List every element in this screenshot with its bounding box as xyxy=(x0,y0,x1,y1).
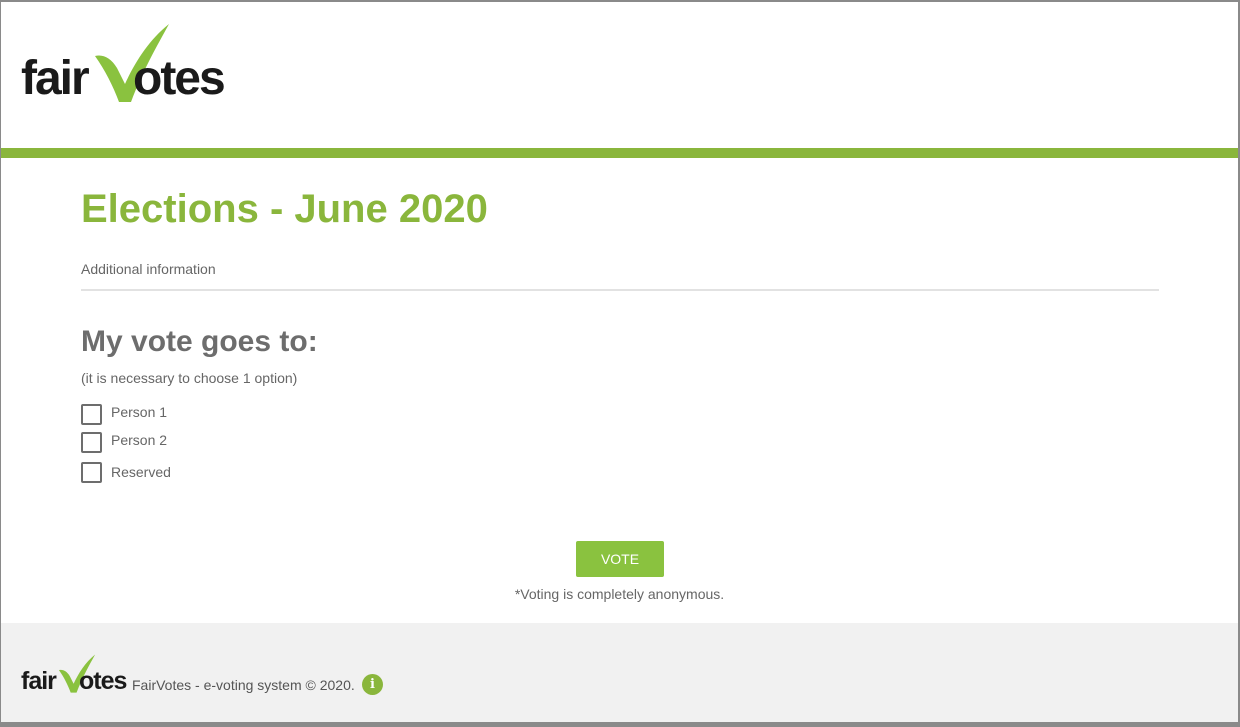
page-title: Elections - June 2020 xyxy=(81,187,488,231)
checkbox[interactable] xyxy=(81,404,102,425)
option-label: Reserved xyxy=(111,464,171,480)
vote-heading: My vote goes to: xyxy=(81,325,318,358)
option-reserved[interactable]: Reserved xyxy=(81,460,281,483)
option-person-1[interactable]: Person 1 xyxy=(81,402,281,425)
page-footer: fair otes FairVotes - e-voting system © … xyxy=(1,623,1238,722)
header-accent-bar xyxy=(1,148,1238,158)
footer-copyright: FairVotes - e-voting system © 2020. xyxy=(132,677,355,693)
logo-text-fair: fair xyxy=(21,52,90,105)
browser-window: fair otes Elections - June 2020 Addition… xyxy=(1,2,1238,722)
logo-text-otes: otes xyxy=(133,52,226,105)
option-label: Person 1 xyxy=(111,404,168,420)
logo-text-fair: fair xyxy=(21,667,57,695)
option-person-2[interactable]: Person 2 xyxy=(81,430,281,453)
info-icon[interactable]: i xyxy=(362,674,383,695)
logo-text-otes: otes xyxy=(79,667,127,695)
additional-information-link[interactable]: Additional information xyxy=(81,261,216,277)
fairvotes-logo[interactable]: fair otes xyxy=(21,24,226,105)
checkbox[interactable] xyxy=(81,432,102,453)
vote-hint: (it is necessary to choose 1 option) xyxy=(81,370,298,386)
checkbox[interactable] xyxy=(81,462,102,483)
option-label: Person 2 xyxy=(111,432,168,448)
footer-logo[interactable]: fair otes xyxy=(21,653,127,695)
page-header: fair otes xyxy=(1,2,1238,148)
anonymous-note: *Voting is completely anonymous. xyxy=(514,586,725,602)
vote-button[interactable]: VOTE xyxy=(576,541,664,577)
divider xyxy=(81,289,1159,291)
